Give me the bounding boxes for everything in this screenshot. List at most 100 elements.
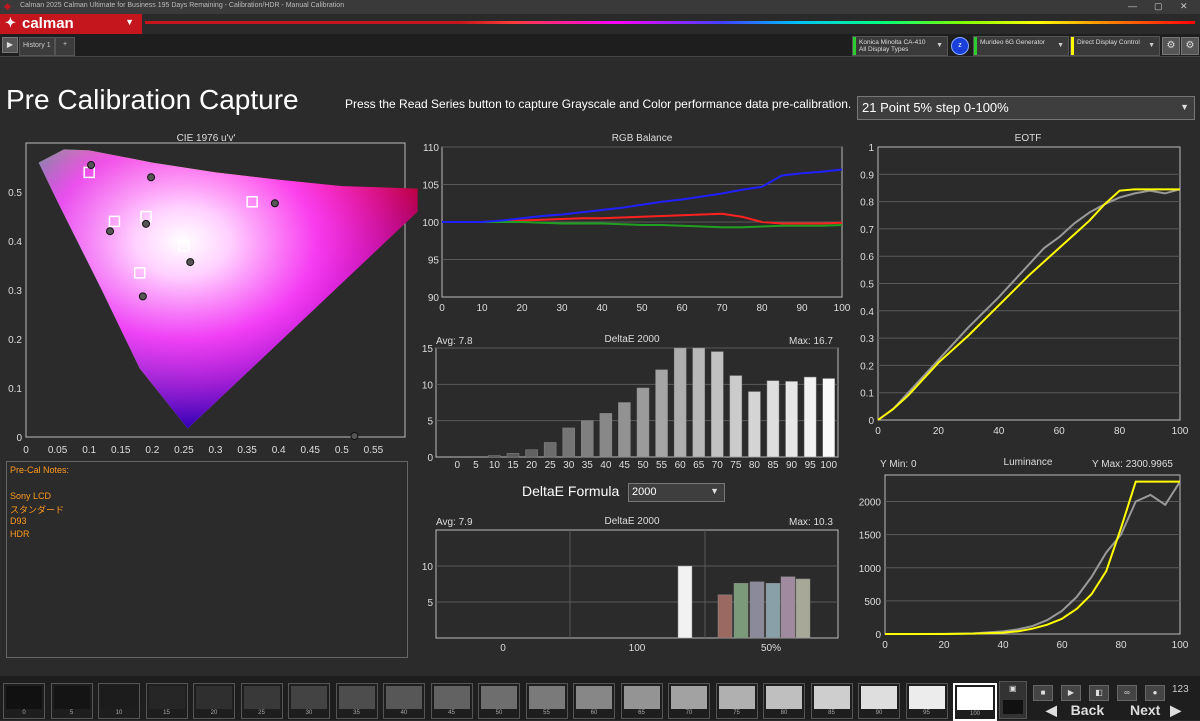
- swatch-70[interactable]: 70: [668, 683, 710, 719]
- swatch-45[interactable]: 45: [430, 683, 473, 719]
- eotf-ytick-label: 0.7: [860, 225, 874, 236]
- luminance-ytick-label: 2000: [859, 498, 882, 509]
- rgb-balance-ytick-label: 100: [422, 218, 439, 229]
- luminance-xtick-label: 0: [882, 640, 888, 651]
- swatch-color: [623, 686, 660, 709]
- cie-measured-point: [186, 258, 195, 267]
- swatch-90[interactable]: 90: [858, 683, 900, 719]
- deltae-color-ytick-label: 5: [427, 598, 433, 609]
- swatch-color: [813, 686, 850, 709]
- swatch-color: [338, 686, 375, 709]
- deltae-grayscale-xtick-label: 30: [563, 460, 575, 471]
- swatch-label: 50: [495, 710, 503, 716]
- swatch-95[interactable]: 95: [905, 683, 948, 719]
- swatch-color: [243, 686, 280, 709]
- eotf-xtick-label: 100: [1172, 426, 1189, 437]
- deltae-grayscale-xtick-label: 45: [619, 460, 631, 471]
- camera-icon: ▣: [1009, 684, 1017, 693]
- swatch-25[interactable]: 25: [240, 683, 283, 719]
- cie-measured-point: [106, 227, 115, 236]
- stop-icon[interactable]: ■: [1033, 685, 1053, 701]
- swatch-50[interactable]: 50: [478, 683, 520, 719]
- swatch-35[interactable]: 35: [335, 683, 378, 719]
- swatch-label: 80: [780, 710, 788, 716]
- deltae-grayscale-xtick-label: 35: [582, 460, 594, 471]
- swatch-40[interactable]: 40: [383, 683, 425, 719]
- cie-ytick-label: 0.1: [8, 384, 22, 395]
- deltae-grayscale-bar: [785, 381, 798, 458]
- eotf-ytick-label: 1: [868, 143, 874, 154]
- counter-value: 123: [1172, 684, 1189, 695]
- back-button[interactable]: ◀ Back: [1046, 702, 1104, 719]
- deltae-grayscale-bar: [525, 449, 538, 458]
- deltae-grayscale-bar: [506, 453, 520, 458]
- swatch-60[interactable]: 60: [573, 683, 615, 719]
- pattern-preview[interactable]: ▣: [999, 681, 1027, 719]
- deltae-grayscale-xtick-label: 40: [600, 460, 612, 471]
- arrow-right-icon: ▶: [1170, 702, 1182, 718]
- swatch-10[interactable]: 10: [98, 683, 140, 719]
- deltae-grayscale-ytick-label: 15: [422, 344, 434, 355]
- swatch-80[interactable]: 80: [763, 683, 805, 719]
- eotf-ytick-label: 0.2: [860, 361, 874, 372]
- deltae-grayscale-bar: [711, 351, 724, 458]
- swatch-75[interactable]: 75: [715, 683, 758, 719]
- swatch-label: 55: [543, 710, 550, 716]
- swatch-label: 85: [828, 710, 835, 716]
- deltae-color-bar: [733, 583, 749, 639]
- swatch-15[interactable]: 15: [145, 683, 188, 719]
- deltae-grayscale-xtick-label: 80: [749, 460, 761, 471]
- deltae-grayscale-xtick-label: 70: [712, 460, 724, 471]
- deltae-grayscale-xtick-label: 0: [455, 460, 461, 471]
- deltae-grayscale-bar: [673, 347, 687, 458]
- record-icon[interactable]: ●: [1145, 685, 1165, 701]
- deltae-grayscale-xtick-label: 10: [489, 460, 501, 471]
- swatch-label: 0: [22, 710, 26, 716]
- rgb-balance-xtick-label: 50: [636, 303, 648, 314]
- deltae-grayscale-xtick-label: 85: [767, 460, 779, 471]
- deltae-grayscale-bar: [655, 369, 668, 458]
- swatch-55[interactable]: 55: [525, 683, 568, 719]
- cie-measured-point: [350, 432, 359, 441]
- deltae-color-ytick-label: 10: [422, 562, 434, 573]
- luminance-ytick-label: 1500: [859, 531, 882, 542]
- deltae-grayscale-bar: [822, 378, 835, 458]
- cie-measured-point: [87, 161, 96, 170]
- rgb-balance-xtick-label: 90: [796, 303, 808, 314]
- deltae-color-bar: [780, 576, 796, 639]
- swatch-label: 5: [69, 710, 74, 716]
- next-button[interactable]: Next ▶: [1130, 702, 1181, 719]
- arrow-left-icon: ◀: [1046, 702, 1057, 718]
- deltae-grayscale-xtick-label: 50: [637, 460, 649, 471]
- eotf-ytick-label: 0.4: [860, 307, 874, 318]
- swatch-30[interactable]: 30: [288, 683, 330, 719]
- rgb-balance-xtick-label: 20: [516, 303, 528, 314]
- luminance-xtick-label: 20: [938, 640, 950, 651]
- eotf-ytick-label: 0: [868, 416, 874, 427]
- swatch-color: [718, 686, 755, 709]
- eotf-ytick-label: 0.1: [860, 389, 874, 400]
- deltae-grayscale-bar: [766, 380, 780, 458]
- read-series-icon[interactable]: ◧: [1089, 685, 1109, 701]
- deltae-grayscale-bar: [748, 391, 761, 458]
- swatch-color: [766, 686, 802, 709]
- rgb-balance-xtick-label: 70: [716, 303, 728, 314]
- deltae-grayscale-xtick-label: 55: [656, 460, 668, 471]
- loop-icon[interactable]: ∞: [1117, 685, 1137, 701]
- swatch-85[interactable]: 85: [810, 683, 853, 719]
- deltae-grayscale-xtick-label: 15: [507, 460, 519, 471]
- swatch-0[interactable]: 0: [3, 683, 45, 719]
- swatch-20[interactable]: 20: [193, 683, 235, 719]
- luminance-ytick-label: 500: [864, 597, 881, 608]
- swatch-65[interactable]: 65: [620, 683, 663, 719]
- deltae-grayscale-bar: [488, 455, 501, 458]
- swatch-color: [576, 686, 612, 709]
- back-label: Back: [1070, 702, 1105, 718]
- swatch-5[interactable]: 5: [50, 683, 93, 719]
- swatch-label: 70: [685, 710, 693, 716]
- play-icon[interactable]: ▶: [1061, 685, 1081, 701]
- deltae-grayscale-bar: [729, 375, 743, 458]
- luminance-plot-area: [884, 474, 1181, 635]
- eotf-xtick-label: 80: [1114, 426, 1126, 437]
- swatch-100[interactable]: 100: [953, 683, 997, 721]
